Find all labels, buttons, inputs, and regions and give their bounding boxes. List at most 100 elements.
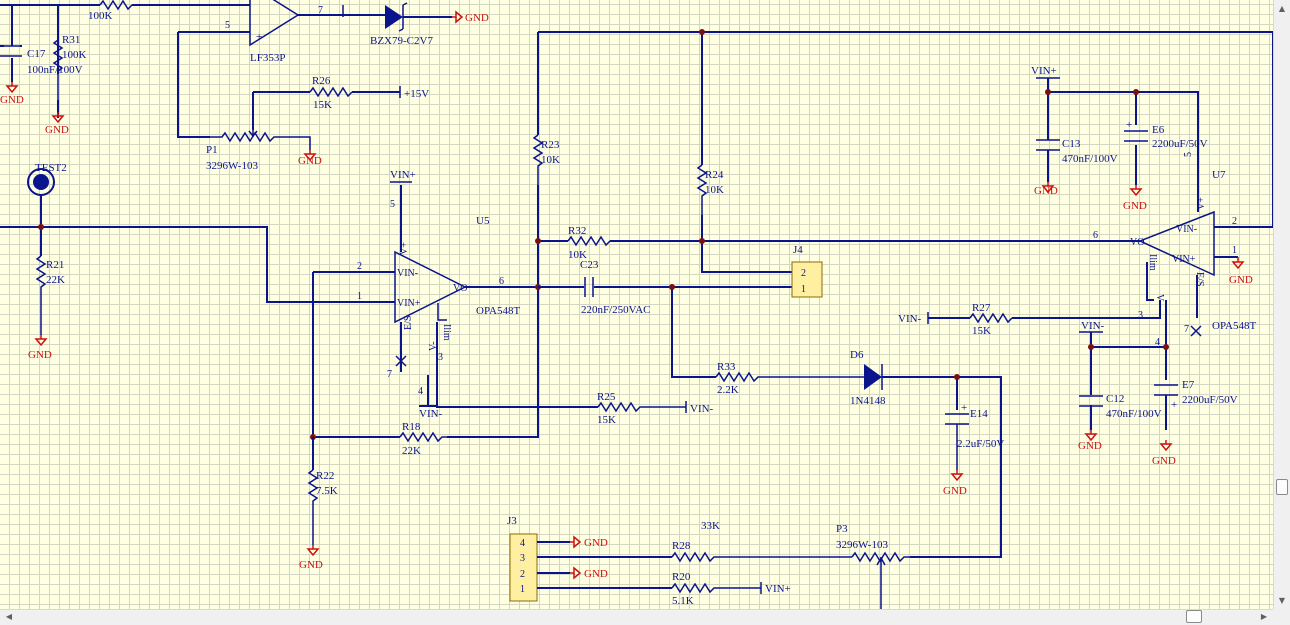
resistor-r20[interactable] <box>671 582 761 594</box>
r23-value: 10K <box>541 154 560 166</box>
capacitor-e6[interactable] <box>1124 130 1148 142</box>
r26-value: 15K <box>313 99 332 111</box>
r28-value: 33K <box>701 520 720 532</box>
p3-label: P3 <box>836 523 848 535</box>
svg-text:+: + <box>961 402 967 414</box>
r27-vinm: VIN- <box>898 313 922 325</box>
u7-vinm: VIN- <box>1176 224 1197 235</box>
capacitor-c12[interactable] <box>1079 395 1103 407</box>
ground-symbol-u7 <box>1231 257 1245 270</box>
scroll-right-icon[interactable]: ▶ <box>1257 610 1271 624</box>
resistor-r33[interactable] <box>715 371 864 383</box>
u7-section: VIN+ C13 470nF/100V GND + E6 2200uF/50V … <box>898 65 1256 467</box>
r31-label: R31 <box>62 34 80 46</box>
capacitor-e7[interactable] <box>1154 384 1178 396</box>
capacitor-c23[interactable] <box>584 277 594 297</box>
capacitor-c13[interactable] <box>1036 139 1060 151</box>
svg-text:−: − <box>257 0 263 3</box>
r18-label: R18 <box>402 421 421 433</box>
schematic-svg: 100K C17 100nF/100V GND R31 100K GND + −… <box>0 0 1273 609</box>
resistor-r18[interactable] <box>399 431 447 443</box>
r31-value: 100K <box>62 49 87 61</box>
ground-symbol-zener <box>452 10 464 24</box>
u5-vinm: VIN- <box>397 268 418 279</box>
u5-pin7: 7 <box>387 369 392 380</box>
r27-value: 15K <box>972 325 991 337</box>
r33-label: R33 <box>717 361 736 373</box>
u5-ilim: Ilim <box>441 324 452 341</box>
r25-label: R25 <box>597 391 616 403</box>
u5-vo: VO <box>453 283 467 294</box>
gnd-label-c13: GND <box>1034 185 1058 197</box>
u7-vp: V+ <box>1196 197 1207 210</box>
c12-label: C12 <box>1106 393 1124 405</box>
u7-pin7: 7 <box>1184 324 1189 335</box>
connector-j4[interactable] <box>791 261 823 298</box>
r28-label: R28 <box>672 540 691 552</box>
c13-label: C13 <box>1062 138 1081 150</box>
c13-value: 470nF/100V <box>1062 153 1118 165</box>
gnd-label-j3-2: GND <box>584 568 608 580</box>
gnd-label-e6: GND <box>1123 200 1147 212</box>
r23-label: R23 <box>541 139 560 151</box>
feedback-section: VIN- R25 15K R18 22K R22 7.5K GND <box>299 287 714 571</box>
gnd-label-u7: GND <box>1229 274 1253 286</box>
gnd-label-r21: GND <box>28 349 52 361</box>
r20-value: 5.1K <box>672 595 694 607</box>
resistor-r27[interactable] <box>969 312 1013 324</box>
gnd-label-c12: GND <box>1078 440 1102 452</box>
c17-value: 100nF/100V <box>27 64 83 76</box>
j3-pin2: 2 <box>520 569 525 580</box>
ground-symbol-e14 <box>950 470 964 482</box>
rectifier-section: R33 2.2K D6 1N4148 + E14 2.2uF/50V GND <box>715 349 1004 558</box>
lf353-label: LF353P <box>250 52 285 64</box>
gnd-label-r31: GND <box>45 124 69 136</box>
gnd-label-e7: GND <box>1152 455 1176 467</box>
u5-pin2: 2 <box>357 261 362 272</box>
u7-pin1: 1 <box>1232 245 1237 256</box>
u7-vinp: VIN+ <box>1172 254 1196 265</box>
potentiometer-p1[interactable] <box>210 131 311 150</box>
vinm-c12-label: VIN- <box>1081 320 1105 332</box>
r21-value: 22K <box>46 274 65 286</box>
resistor-100k-top[interactable] <box>99 0 133 11</box>
u5-es: E/S <box>403 316 414 330</box>
u7-label: U7 <box>1212 169 1226 181</box>
vertical-scrollbar[interactable] <box>1273 0 1290 609</box>
c23-label: C23 <box>580 259 599 271</box>
scroll-up-icon[interactable]: ▲ <box>1275 2 1289 16</box>
schematic-canvas[interactable]: 100K C17 100nF/100V GND R31 100K GND + −… <box>0 0 1273 609</box>
svg-text:+: + <box>1126 119 1132 131</box>
scroll-down-icon[interactable]: ▼ <box>1275 594 1289 608</box>
r25-value: 15K <box>597 414 616 426</box>
u5-label: U5 <box>476 215 490 227</box>
zener-bzx79[interactable] <box>385 5 403 29</box>
resistor-r25[interactable] <box>597 401 686 413</box>
e7-label: E7 <box>1182 379 1195 391</box>
resistor-r26[interactable] <box>309 86 353 98</box>
diode-d6[interactable] <box>864 364 882 390</box>
capacitor-c17[interactable] <box>0 45 22 57</box>
c12-value: 470nF/100V <box>1106 408 1162 420</box>
horizontal-scrollbar[interactable] <box>0 609 1273 625</box>
u5-pin4: 4 <box>418 386 423 397</box>
resistor-r32[interactable] <box>567 235 611 247</box>
lf353-section: + − 5 7 LF353P GND BZX79-C2V7 <box>177 0 489 138</box>
r25-vinm: VIN- <box>690 403 714 415</box>
u5-vinp: VIN+ <box>397 298 421 309</box>
e6-value: 2200uF/50V <box>1152 138 1208 150</box>
u7-pin3: 3 <box>1138 310 1143 321</box>
j3-pin4: 4 <box>520 538 525 549</box>
scroll-left-icon[interactable]: ◀ <box>2 610 16 624</box>
p1-value: 3296W-103 <box>206 160 258 172</box>
resistor-r21[interactable] <box>35 255 47 335</box>
vertical-scroll-thumb[interactable] <box>1276 479 1288 495</box>
gnd-label-c17: GND <box>0 94 24 106</box>
r32-label: R32 <box>568 225 586 237</box>
resistor-r28[interactable] <box>671 551 852 563</box>
e6-label: E6 <box>1152 124 1165 136</box>
e14-value: 2.2uF/50V <box>957 438 1004 450</box>
r22-value: 7.5K <box>316 485 338 497</box>
j3-pin3: 3 <box>520 553 525 564</box>
horizontal-scroll-thumb[interactable] <box>1186 610 1202 623</box>
